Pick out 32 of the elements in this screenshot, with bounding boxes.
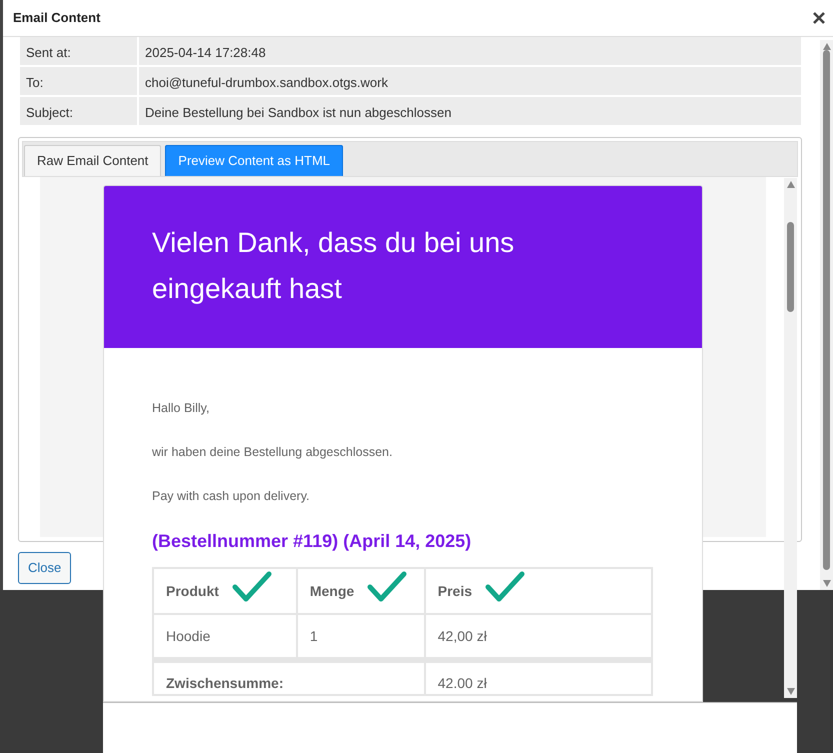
scroll-down-icon[interactable] xyxy=(823,580,831,587)
check-icon xyxy=(366,570,408,604)
scroll-thumb[interactable] xyxy=(787,222,794,312)
check-icon xyxy=(230,570,273,604)
scroll-thumb[interactable] xyxy=(823,50,830,570)
scroll-up-icon[interactable] xyxy=(787,181,795,188)
field-value: choi@tuneful-drumbox.sandbox.otgs.work xyxy=(139,67,801,95)
tab[interactable]: Raw Email Content xyxy=(24,145,162,176)
scrollbar[interactable] xyxy=(820,40,833,590)
field-label: To: xyxy=(20,67,137,95)
email-text: wir haben deine Bestellung abgeschlossen. xyxy=(152,444,394,460)
email-text: Hallo Billy, xyxy=(152,400,210,416)
scrollbar[interactable] xyxy=(784,178,797,698)
email-text: Pay with cash upon delivery. xyxy=(152,488,310,504)
field-value: 2025-04-14 17:28:48 xyxy=(139,37,801,65)
field-label: Sent at: xyxy=(20,37,137,65)
close-icon[interactable] xyxy=(813,12,825,24)
table-cell: Zwischensumme: xyxy=(153,660,425,695)
column-header: Preis xyxy=(438,582,472,600)
table-cell: Hoodie xyxy=(153,614,297,660)
column-header: Produkt xyxy=(166,582,219,600)
tab[interactable]: Preview Content as HTML xyxy=(165,145,344,176)
order-title: (Bestellnummer #119) (April 14, 2025) xyxy=(152,530,472,553)
email-heading: Vielen Dank, dass du bei uns eingekauft hast xyxy=(152,226,516,306)
column-header: Menge xyxy=(310,582,354,601)
check-icon xyxy=(484,570,526,604)
field-value: Deine Bestellung bei Sandbox ist nun abgeschlossen xyxy=(139,97,801,125)
scroll-down-icon[interactable] xyxy=(787,688,795,695)
field-label: Subject: xyxy=(20,97,137,125)
window-title: Email Content xyxy=(13,9,100,28)
close-button[interactable]: Close xyxy=(18,552,72,584)
table-cell: 42.00 zł xyxy=(424,660,652,695)
